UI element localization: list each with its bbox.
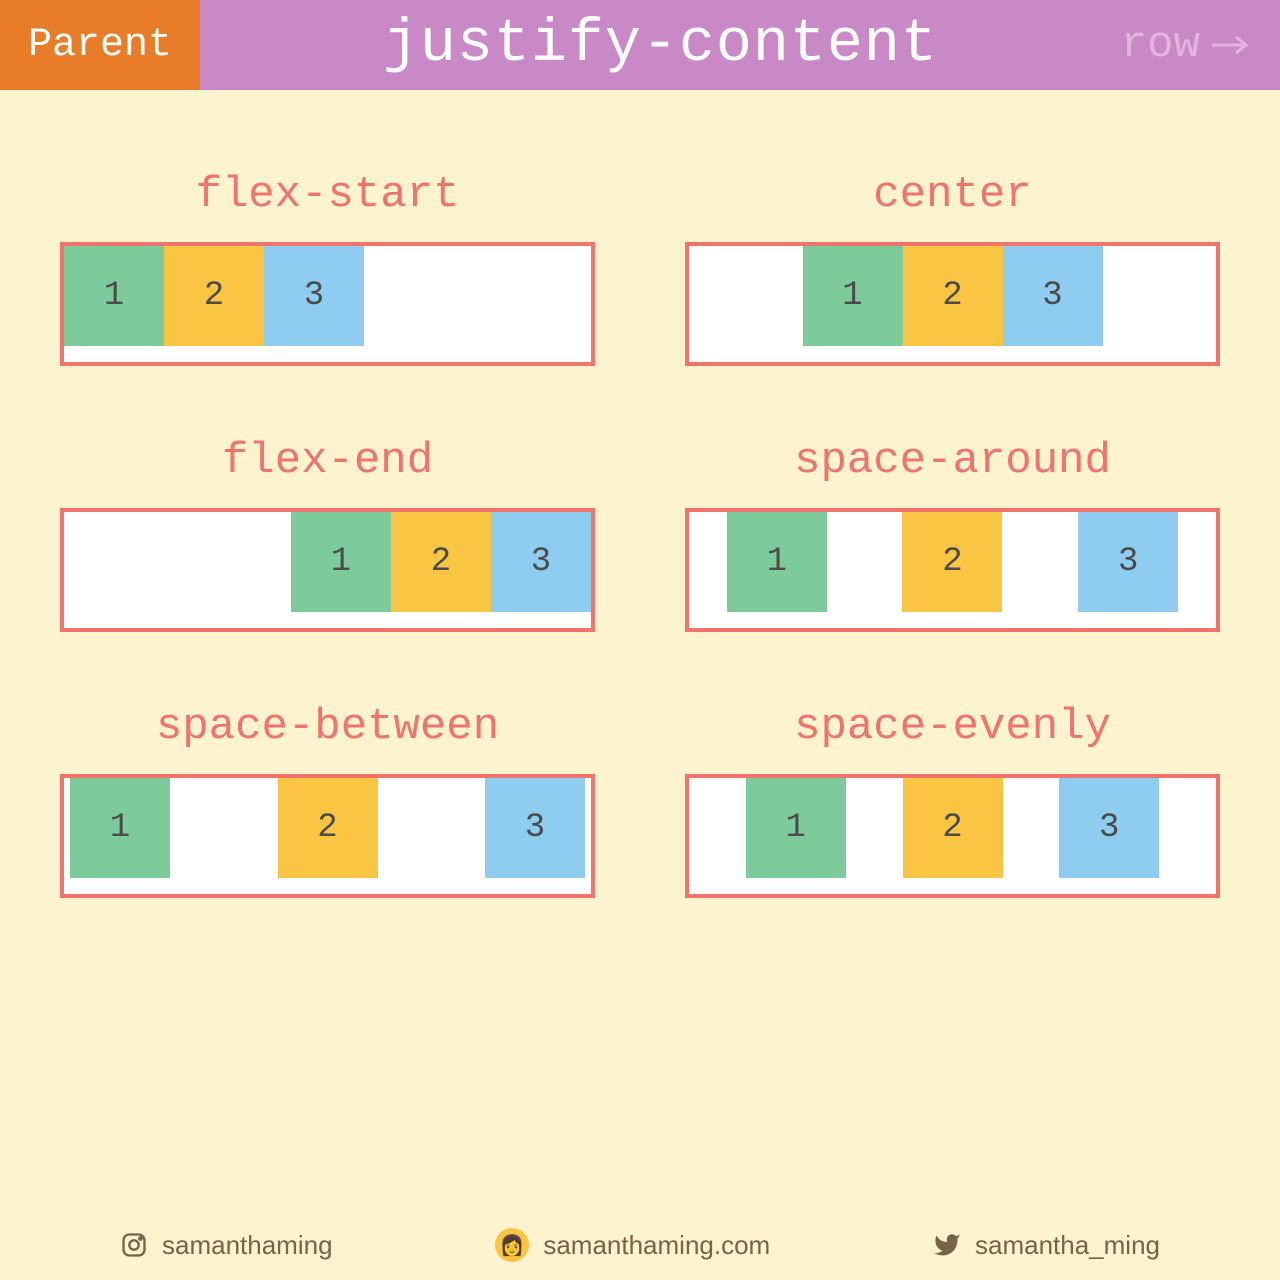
website-link[interactable]: 👩 samanthaming.com (495, 1228, 770, 1262)
example-flex-start: flex-start 123 (60, 170, 595, 366)
flex-item-2: 2 (902, 512, 1002, 612)
flex-item-3: 3 (1078, 512, 1178, 612)
direction-label: row (1121, 20, 1280, 70)
twitter-link[interactable]: samantha_ming (933, 1230, 1160, 1261)
example-space-around: space-around 123 (685, 436, 1220, 632)
flex-item-3: 3 (485, 778, 585, 878)
flex-container: 123 (60, 242, 595, 366)
flex-container: 123 (685, 242, 1220, 366)
header: Parent justify-content row (0, 0, 1280, 90)
avatar-icon: 👩 (495, 1228, 529, 1262)
example-label: center (685, 170, 1220, 220)
flex-item-3: 3 (1003, 246, 1103, 346)
example-label: flex-end (60, 436, 595, 486)
flex-item-2: 2 (903, 778, 1003, 878)
examples-grid: flex-start123center123flex-end123space-a… (0, 90, 1280, 938)
instagram-handle: samanthaming (162, 1230, 333, 1261)
footer: samanthaming 👩 samanthaming.com samantha… (0, 1210, 1280, 1280)
instagram-link[interactable]: samanthaming (120, 1230, 333, 1261)
parent-tag: Parent (0, 0, 200, 90)
example-center: center 123 (685, 170, 1220, 366)
flex-item-1: 1 (64, 246, 164, 346)
example-label: space-between (60, 702, 595, 752)
example-label: space-evenly (685, 702, 1220, 752)
website-text: samanthaming.com (543, 1230, 770, 1261)
flex-item-1: 1 (803, 246, 903, 346)
flex-container: 123 (685, 774, 1220, 898)
flex-item-2: 2 (391, 512, 491, 612)
flex-item-2: 2 (278, 778, 378, 878)
example-label: space-around (685, 436, 1220, 486)
twitter-handle: samantha_ming (975, 1230, 1160, 1261)
page-title: justify-content (200, 11, 1121, 79)
flex-item-3: 3 (264, 246, 364, 346)
flex-item-1: 1 (746, 778, 846, 878)
flex-item-3: 3 (1059, 778, 1159, 878)
flex-container: 1 2 3 (60, 774, 595, 898)
example-space-evenly: space-evenly 123 (685, 702, 1220, 898)
flex-item-2: 2 (903, 246, 1003, 346)
flex-item-1: 1 (291, 512, 391, 612)
flex-container: 123 (685, 508, 1220, 632)
example-space-between: space-between 1 2 3 (60, 702, 595, 898)
flex-item-1: 1 (727, 512, 827, 612)
arrow-right-icon (1210, 33, 1250, 57)
flex-item-1: 1 (70, 778, 170, 878)
example-flex-end: flex-end 123 (60, 436, 595, 632)
direction-text: row (1121, 20, 1200, 70)
flex-container: 123 (60, 508, 595, 632)
flex-item-2: 2 (164, 246, 264, 346)
instagram-icon (120, 1231, 148, 1259)
twitter-icon (933, 1231, 961, 1259)
example-label: flex-start (60, 170, 595, 220)
flex-item-3: 3 (491, 512, 591, 612)
